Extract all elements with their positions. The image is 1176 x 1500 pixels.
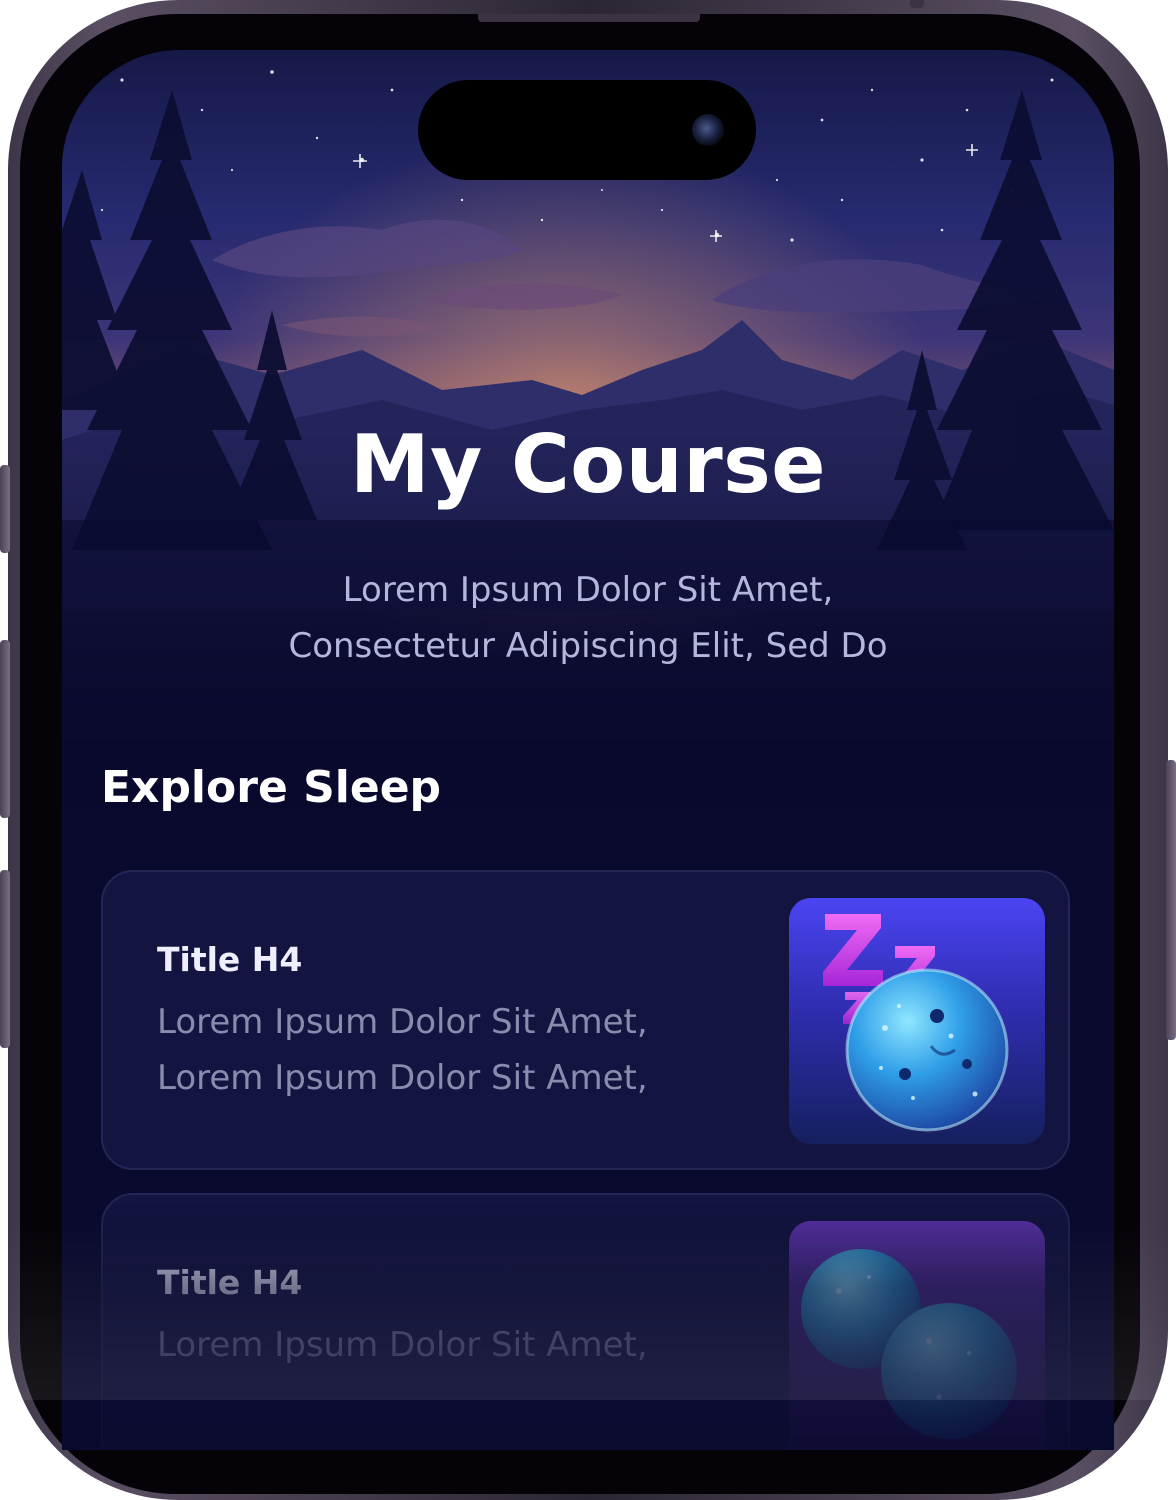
page-subtitle-line-1: Lorem Ipsum Dolor Sit Amet, xyxy=(342,570,834,610)
page-subtitle: Lorem Ipsum Dolor Sit Amet, Consectetur … xyxy=(62,562,1114,674)
course-card-description-line-2: Lorem Ipsum Dolor Sit Amet, xyxy=(157,1058,648,1098)
front-camera-icon xyxy=(692,114,724,146)
course-thumbnail xyxy=(789,1221,1045,1450)
antenna-line xyxy=(910,0,924,8)
dynamic-island xyxy=(418,80,756,180)
page-title: My Course xyxy=(349,418,827,511)
power-button xyxy=(1166,760,1176,1040)
phone-screen: My Course Lorem Ipsum Dolor Sit Amet, Co… xyxy=(62,50,1114,1450)
section-title-explore-sleep: Explore Sleep xyxy=(101,762,442,813)
course-card-title: Title H4 xyxy=(157,940,303,979)
page-subtitle-line-2: Consectetur Adipiscing Elit, Sed Do xyxy=(288,626,888,666)
course-card[interactable]: Title H4 Lorem Ipsum Dolor Sit Amet, Lor… xyxy=(101,870,1070,1170)
sleep-moon-zzz-icon xyxy=(823,914,1009,1132)
course-card[interactable]: Title H4 Lorem Ipsum Dolor Sit Amet, xyxy=(101,1193,1070,1450)
volume-up-button xyxy=(0,640,10,818)
two-moons-icon xyxy=(801,1249,1017,1439)
speaker-grille xyxy=(478,14,700,22)
course-card-title: Title H4 xyxy=(157,1263,303,1302)
volume-down-button xyxy=(0,870,10,1048)
course-card-description-line-1: Lorem Ipsum Dolor Sit Amet, xyxy=(157,1002,648,1042)
course-thumbnail xyxy=(789,898,1045,1144)
course-card-description-line-1: Lorem Ipsum Dolor Sit Amet, xyxy=(157,1325,648,1365)
action-button xyxy=(0,465,10,553)
